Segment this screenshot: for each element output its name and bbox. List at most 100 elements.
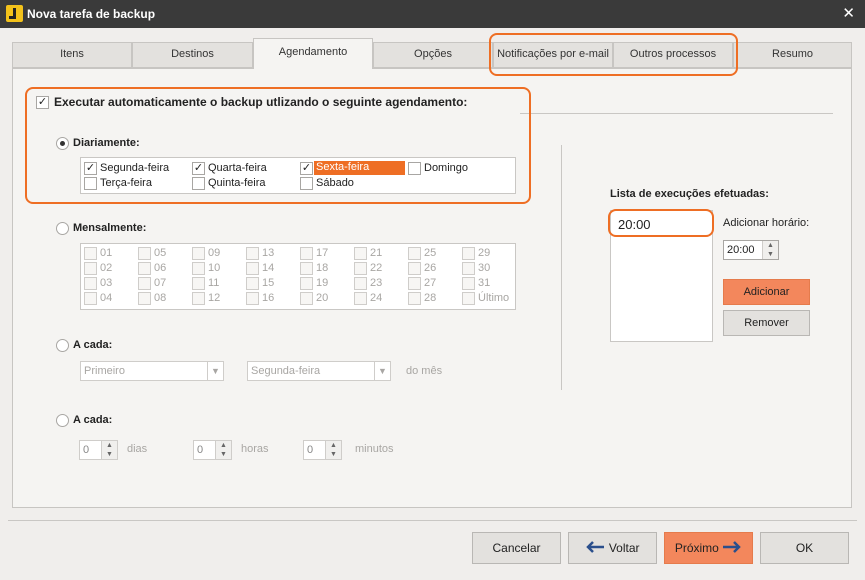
month-day-checkbox[interactable] bbox=[462, 292, 475, 305]
month-day-checkbox[interactable] bbox=[84, 262, 97, 275]
day-sunday-label: Domingo bbox=[424, 162, 469, 174]
month-day-label: 04 bbox=[100, 292, 113, 304]
month-day-checkbox[interactable] bbox=[408, 262, 421, 275]
month-day-label: 28 bbox=[424, 292, 437, 304]
month-day-checkbox[interactable] bbox=[246, 247, 259, 260]
month-day-label: 25 bbox=[424, 247, 437, 259]
daily-radio[interactable] bbox=[56, 137, 69, 150]
month-day-checkbox[interactable] bbox=[138, 277, 151, 290]
minutes-spinner-value: 0 bbox=[307, 444, 314, 456]
month-day-checkbox[interactable] bbox=[408, 247, 421, 260]
month-day-checkbox[interactable] bbox=[192, 277, 205, 290]
day-sunday-checkbox[interactable] bbox=[408, 162, 421, 175]
month-day-label: 22 bbox=[370, 262, 383, 274]
month-day-checkbox[interactable] bbox=[354, 292, 367, 305]
hours-spinner[interactable]: 0 ▲ ▼ bbox=[193, 440, 232, 460]
day-friday-checkbox[interactable]: ✓ bbox=[300, 162, 313, 175]
back-button-label: Voltar bbox=[608, 541, 640, 555]
month-day-checkbox[interactable] bbox=[84, 292, 97, 305]
month-day-checkbox[interactable] bbox=[300, 247, 313, 260]
month-day-checkbox[interactable] bbox=[408, 292, 421, 305]
month-day-checkbox[interactable] bbox=[300, 277, 313, 290]
spinner-arrows-icon: ▲ ▼ bbox=[762, 241, 778, 259]
day-friday-label: Sexta-feira bbox=[314, 161, 405, 175]
every-weekday-radio[interactable] bbox=[56, 339, 69, 352]
chevron-down-icon: ▼ bbox=[374, 362, 390, 380]
month-day-label: 29 bbox=[478, 247, 491, 259]
month-day-label: 09 bbox=[208, 247, 221, 259]
month-day-label: 13 bbox=[262, 247, 275, 259]
arrow-left-icon bbox=[586, 541, 605, 553]
execution-item[interactable]: 20:00 bbox=[618, 217, 651, 232]
tab-agendamento[interactable]: Agendamento bbox=[253, 38, 373, 69]
month-day-checkbox[interactable] bbox=[462, 247, 475, 260]
tab-outros-processos[interactable]: Outros processos bbox=[613, 42, 733, 68]
month-day-checkbox[interactable] bbox=[192, 292, 205, 305]
close-icon[interactable]: ✕ bbox=[842, 4, 855, 22]
ordinal-combo[interactable]: Primeiro ▼ bbox=[80, 361, 224, 381]
weekday-combo[interactable]: Segunda-feira ▼ bbox=[247, 361, 391, 381]
ordinal-combo-value: Primeiro bbox=[84, 365, 125, 377]
month-day-checkbox[interactable] bbox=[462, 262, 475, 275]
month-day-label: 01 bbox=[100, 247, 113, 259]
month-day-checkbox[interactable] bbox=[84, 277, 97, 290]
add-time-spinner[interactable]: 20:00 ▲ ▼ bbox=[723, 240, 779, 260]
cancel-button[interactable]: Cancelar bbox=[472, 532, 561, 564]
tab-resumo[interactable]: Resumo bbox=[733, 42, 852, 68]
hours-unit-label: horas bbox=[241, 443, 269, 455]
ok-button[interactable]: OK bbox=[760, 532, 849, 564]
month-day-label: 16 bbox=[262, 292, 275, 304]
next-button[interactable]: Próximo bbox=[664, 532, 753, 564]
month-day-label: 19 bbox=[316, 277, 329, 289]
month-day-checkbox[interactable] bbox=[354, 247, 367, 260]
month-day-label: 02 bbox=[100, 262, 113, 274]
month-day-label: 08 bbox=[154, 292, 167, 304]
day-thursday-checkbox[interactable] bbox=[192, 177, 205, 190]
tab-itens[interactable]: Itens bbox=[12, 42, 132, 68]
auto-schedule-checkbox[interactable]: ✓ bbox=[36, 96, 49, 109]
month-day-label: 23 bbox=[370, 277, 383, 289]
month-day-checkbox[interactable] bbox=[192, 262, 205, 275]
month-day-checkbox[interactable] bbox=[408, 277, 421, 290]
month-day-checkbox[interactable] bbox=[300, 262, 313, 275]
every-interval-radio[interactable] bbox=[56, 414, 69, 427]
remove-time-button[interactable]: Remover bbox=[723, 310, 810, 336]
day-saturday-checkbox[interactable] bbox=[300, 177, 313, 190]
month-day-checkbox[interactable] bbox=[354, 277, 367, 290]
spinner-arrows-icon: ▲ ▼ bbox=[101, 441, 117, 459]
month-day-checkbox[interactable] bbox=[84, 247, 97, 260]
weekday-combo-value: Segunda-feira bbox=[251, 365, 321, 377]
month-day-label: 27 bbox=[424, 277, 437, 289]
month-day-label: 07 bbox=[154, 277, 167, 289]
tab-notificacoes[interactable]: Notificações por e-mail bbox=[493, 42, 613, 68]
day-monday-checkbox[interactable]: ✓ bbox=[84, 162, 97, 175]
month-day-label: 14 bbox=[262, 262, 275, 274]
vertical-separator bbox=[561, 145, 562, 390]
minutes-spinner[interactable]: 0 ▲ ▼ bbox=[303, 440, 342, 460]
month-day-label: 31 bbox=[478, 277, 491, 289]
app-logo-icon bbox=[6, 5, 23, 22]
month-day-checkbox[interactable] bbox=[138, 247, 151, 260]
month-day-checkbox[interactable] bbox=[192, 247, 205, 260]
month-day-checkbox[interactable] bbox=[246, 262, 259, 275]
back-button[interactable]: Voltar bbox=[568, 532, 657, 564]
tab-opcoes[interactable]: Opções bbox=[373, 42, 493, 68]
month-day-label: 06 bbox=[154, 262, 167, 274]
tab-destinos[interactable]: Destinos bbox=[132, 42, 253, 68]
month-day-checkbox[interactable] bbox=[138, 262, 151, 275]
day-wednesday-label: Quarta-feira bbox=[208, 162, 267, 174]
days-spinner[interactable]: 0 ▲ ▼ bbox=[79, 440, 118, 460]
day-tuesday-checkbox[interactable] bbox=[84, 177, 97, 190]
month-day-checkbox[interactable] bbox=[462, 277, 475, 290]
monthly-radio[interactable] bbox=[56, 222, 69, 235]
auto-schedule-label: Executar automaticamente o backup utliza… bbox=[54, 95, 468, 109]
month-day-checkbox[interactable] bbox=[246, 277, 259, 290]
spinner-arrows-icon: ▲ ▼ bbox=[325, 441, 341, 459]
add-time-button[interactable]: Adicionar bbox=[723, 279, 810, 305]
month-day-checkbox[interactable] bbox=[246, 292, 259, 305]
day-wednesday-checkbox[interactable]: ✓ bbox=[192, 162, 205, 175]
month-day-checkbox[interactable] bbox=[138, 292, 151, 305]
month-day-checkbox[interactable] bbox=[354, 262, 367, 275]
month-day-label: 11 bbox=[208, 277, 220, 289]
month-day-checkbox[interactable] bbox=[300, 292, 313, 305]
